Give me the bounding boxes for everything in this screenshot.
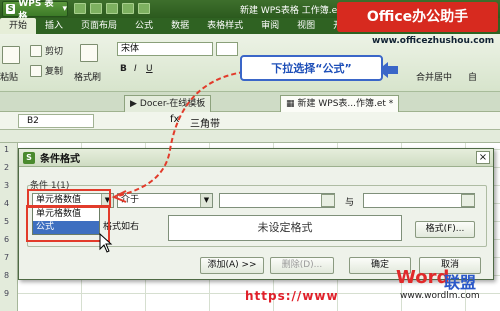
cut-label: 剪切 bbox=[45, 47, 64, 57]
scissors-icon bbox=[30, 44, 42, 57]
format-preview: 未设定格式 bbox=[168, 215, 402, 241]
tab-home[interactable]: 开始 bbox=[0, 18, 37, 34]
font-name-combo[interactable]: 宋体 bbox=[117, 42, 213, 56]
app-menu-button[interactable]: S WPS 表格 ▾ bbox=[2, 0, 68, 22]
and-label: 与 bbox=[345, 198, 355, 208]
range-picker-icon[interactable] bbox=[321, 194, 335, 207]
merge-center-button[interactable]: 合并居中 bbox=[416, 70, 452, 83]
watermark-url-bottom: https://www bbox=[245, 289, 339, 303]
tab-table-style[interactable]: 表格样式 bbox=[198, 18, 252, 34]
copy-icon bbox=[30, 64, 42, 77]
tab-formulas[interactable]: 公式 bbox=[126, 18, 162, 34]
fx-icon[interactable]: fx bbox=[170, 114, 179, 125]
chevron-down-icon: ▾ bbox=[62, 4, 67, 14]
document-tabs: ▶ Docer-在线模板 ▦ 新建 WPS表...作簿.et * bbox=[0, 92, 500, 112]
paste-icon bbox=[2, 46, 20, 64]
wps-logo-icon: S bbox=[6, 4, 16, 14]
underline-button[interactable]: U bbox=[146, 64, 153, 74]
undo-icon[interactable] bbox=[138, 3, 150, 14]
font-size-combo[interactable] bbox=[216, 42, 238, 56]
wordlm-red-text: Word bbox=[396, 267, 450, 288]
row-number: 2 bbox=[4, 163, 10, 172]
paste-button[interactable] bbox=[2, 46, 20, 64]
copy-button[interactable]: 复制 bbox=[30, 64, 63, 77]
row-number: 6 bbox=[4, 235, 10, 244]
tab-page-layout[interactable]: 页面布局 bbox=[72, 18, 126, 34]
doc-tab-workbook[interactable]: ▦ 新建 WPS表...作簿.et * bbox=[280, 95, 400, 112]
print-icon[interactable] bbox=[122, 3, 134, 14]
tab-data[interactable]: 数据 bbox=[162, 18, 198, 34]
row-header: 1 2 3 4 5 6 7 8 9 bbox=[0, 143, 18, 311]
highlight-dropdown-box bbox=[26, 205, 110, 242]
paste-label: 粘贴 bbox=[0, 73, 19, 83]
docer-icon: ▶ bbox=[130, 99, 137, 109]
row-number: 4 bbox=[4, 199, 10, 208]
auto-wrap-button[interactable]: 自 bbox=[468, 70, 477, 83]
tab-insert[interactable]: 插入 bbox=[36, 18, 72, 34]
wordlm-logo: Word 联盟 www.wordlm.com bbox=[396, 267, 488, 309]
sheet-icon: ▦ bbox=[286, 99, 295, 109]
tab-review[interactable]: 审阅 bbox=[252, 18, 288, 34]
format-button[interactable]: 格式(F)... bbox=[415, 221, 475, 238]
value2-input[interactable] bbox=[363, 193, 475, 208]
wordlm-url: www.wordlm.com bbox=[400, 291, 480, 301]
add-button[interactable]: 添加(A) >> bbox=[200, 257, 264, 274]
bold-button[interactable]: B bbox=[120, 64, 127, 74]
italic-button[interactable]: I bbox=[134, 64, 137, 74]
row-number: 8 bbox=[4, 271, 10, 280]
save-icon[interactable] bbox=[106, 3, 118, 14]
delete-button[interactable]: 删除(D)... bbox=[270, 257, 334, 274]
new-file-icon[interactable] bbox=[74, 3, 86, 14]
value1-input[interactable] bbox=[219, 193, 335, 208]
operator-value: 介于 bbox=[121, 195, 140, 205]
tab-view[interactable]: 视图 bbox=[288, 18, 324, 34]
close-button[interactable]: × bbox=[476, 151, 490, 164]
wps-logo-icon: S bbox=[23, 151, 35, 164]
office-helper-badge: Office办公助手 bbox=[337, 2, 498, 32]
doc-tab-label: Docer-在线模板 bbox=[139, 99, 206, 109]
open-file-icon[interactable] bbox=[90, 3, 102, 14]
row-number: 1 bbox=[4, 145, 10, 154]
doc-tab-label: 新建 WPS表...作簿.et * bbox=[297, 99, 394, 109]
watermark-url-top: www.officezhushou.com bbox=[372, 36, 495, 46]
range-picker-icon[interactable] bbox=[461, 194, 475, 207]
brush-icon bbox=[80, 44, 98, 62]
row-number: 9 bbox=[4, 289, 10, 298]
name-box[interactable]: B2 bbox=[18, 114, 94, 128]
cut-button[interactable]: 剪切 bbox=[30, 44, 63, 57]
dialog-title: 条件格式 bbox=[40, 154, 80, 165]
doc-tab-docer[interactable]: ▶ Docer-在线模板 bbox=[124, 95, 212, 112]
chevron-down-icon[interactable]: ▼ bbox=[200, 194, 212, 207]
column-header bbox=[0, 130, 500, 143]
format-painter-button[interactable] bbox=[80, 44, 98, 62]
wordlm-blue-text: 联盟 bbox=[444, 273, 477, 292]
copy-label: 复制 bbox=[45, 67, 64, 77]
row-number: 7 bbox=[4, 253, 10, 262]
operator-combo[interactable]: 介于 ▼ bbox=[117, 193, 213, 208]
mouse-cursor-icon bbox=[99, 233, 113, 253]
format-painter-label: 格式刷 bbox=[74, 73, 102, 83]
window-title: 新建 WPS表格 工作簿.et * bbox=[240, 6, 349, 16]
formula-input[interactable]: 三角带 bbox=[190, 115, 220, 130]
row-number: 3 bbox=[4, 181, 10, 190]
formula-bar: B2 fx 三角带 bbox=[0, 112, 500, 130]
dialog-title-bar[interactable]: S 条件格式 bbox=[19, 149, 493, 167]
instruction-callout: 下拉选择“公式” bbox=[240, 55, 383, 81]
row-number: 5 bbox=[4, 217, 10, 226]
